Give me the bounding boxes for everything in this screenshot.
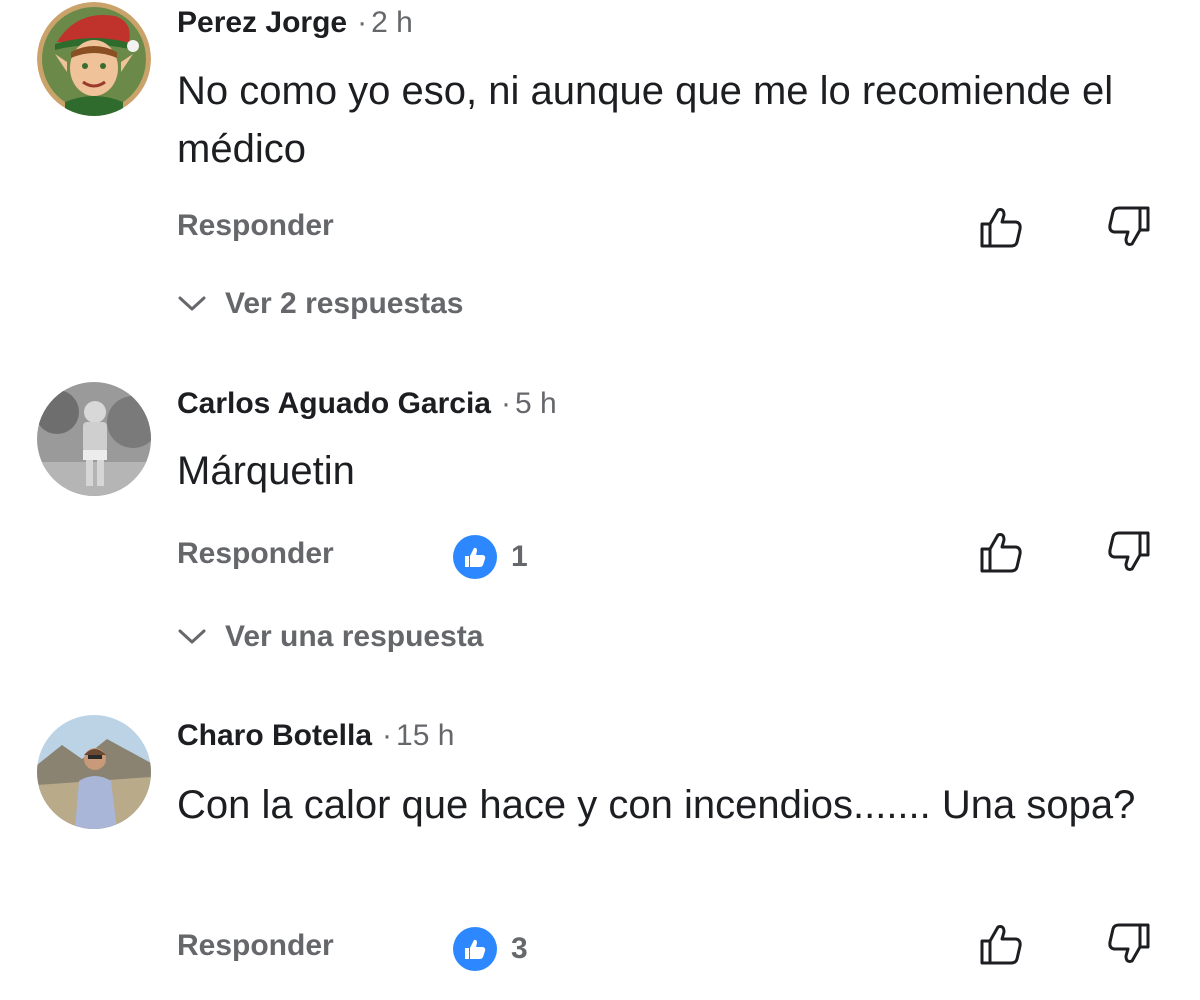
view-replies-button[interactable]: Ver una respuesta (177, 619, 483, 655)
author-name[interactable]: Charo Botella (177, 719, 372, 752)
timestamp[interactable]: 2 h (371, 6, 413, 39)
view-replies-label: Ver 2 respuestas (225, 287, 464, 320)
thumbs-down-outline-icon (1108, 531, 1150, 571)
view-replies-label: Ver una respuesta (225, 620, 484, 653)
chevron-down-icon (178, 629, 206, 644)
mountain-photo-avatar-icon (37, 715, 151, 829)
comment-meta: Carlos Aguado Garcia · 5 h (177, 386, 557, 422)
comment-text: Con la calor que hace y con incendios...… (177, 783, 1136, 827)
separator: · (382, 719, 393, 752)
comment-text: Márquetin (177, 449, 355, 493)
like-badge-icon (453, 927, 497, 971)
reply-button[interactable]: Responder (177, 928, 334, 964)
thumbs-up-button[interactable] (974, 200, 1028, 254)
reply-button[interactable]: Responder (177, 208, 334, 244)
thumbs-up-button[interactable] (974, 917, 1028, 971)
reaction-summary[interactable]: 3 (453, 927, 528, 971)
thumbs-up-outline-icon (980, 208, 1022, 248)
thumbs-down-button[interactable] (1102, 525, 1156, 579)
thumbs-down-button[interactable] (1102, 917, 1156, 971)
thumbs-down-outline-icon (1108, 923, 1150, 963)
like-badge-icon (453, 535, 497, 579)
reply-button[interactable]: Responder (177, 536, 334, 572)
reaction-count: 1 (511, 540, 528, 573)
thumbs-up-button[interactable] (974, 525, 1028, 579)
reaction-summary[interactable]: 1 (453, 535, 528, 579)
avatar[interactable] (37, 715, 151, 829)
comment-text: No como yo eso, ni aunque que me lo reco… (177, 69, 1114, 171)
author-name[interactable]: Perez Jorge (177, 6, 347, 39)
comment-meta: Perez Jorge · 2 h (177, 5, 413, 41)
separator: · (500, 387, 511, 420)
reaction-count: 3 (511, 932, 528, 965)
author-name[interactable]: Carlos Aguado Garcia (177, 387, 491, 420)
separator: · (357, 6, 368, 39)
chevron-down-icon (178, 296, 206, 311)
bw-photo-avatar-icon (37, 382, 151, 496)
thumbs-up-outline-icon (980, 925, 1022, 965)
avatar[interactable] (37, 2, 151, 116)
timestamp[interactable]: 15 h (396, 719, 454, 752)
thumbs-down-button[interactable] (1102, 200, 1156, 254)
thumbs-down-outline-icon (1108, 206, 1150, 246)
comment-meta: Charo Botella · 15 h (177, 718, 454, 754)
timestamp[interactable]: 5 h (515, 387, 557, 420)
avatar[interactable] (37, 382, 151, 496)
view-replies-button[interactable]: Ver 2 respuestas (177, 286, 464, 322)
thumbs-up-outline-icon (980, 533, 1022, 573)
elf-avatar-icon (37, 2, 151, 116)
